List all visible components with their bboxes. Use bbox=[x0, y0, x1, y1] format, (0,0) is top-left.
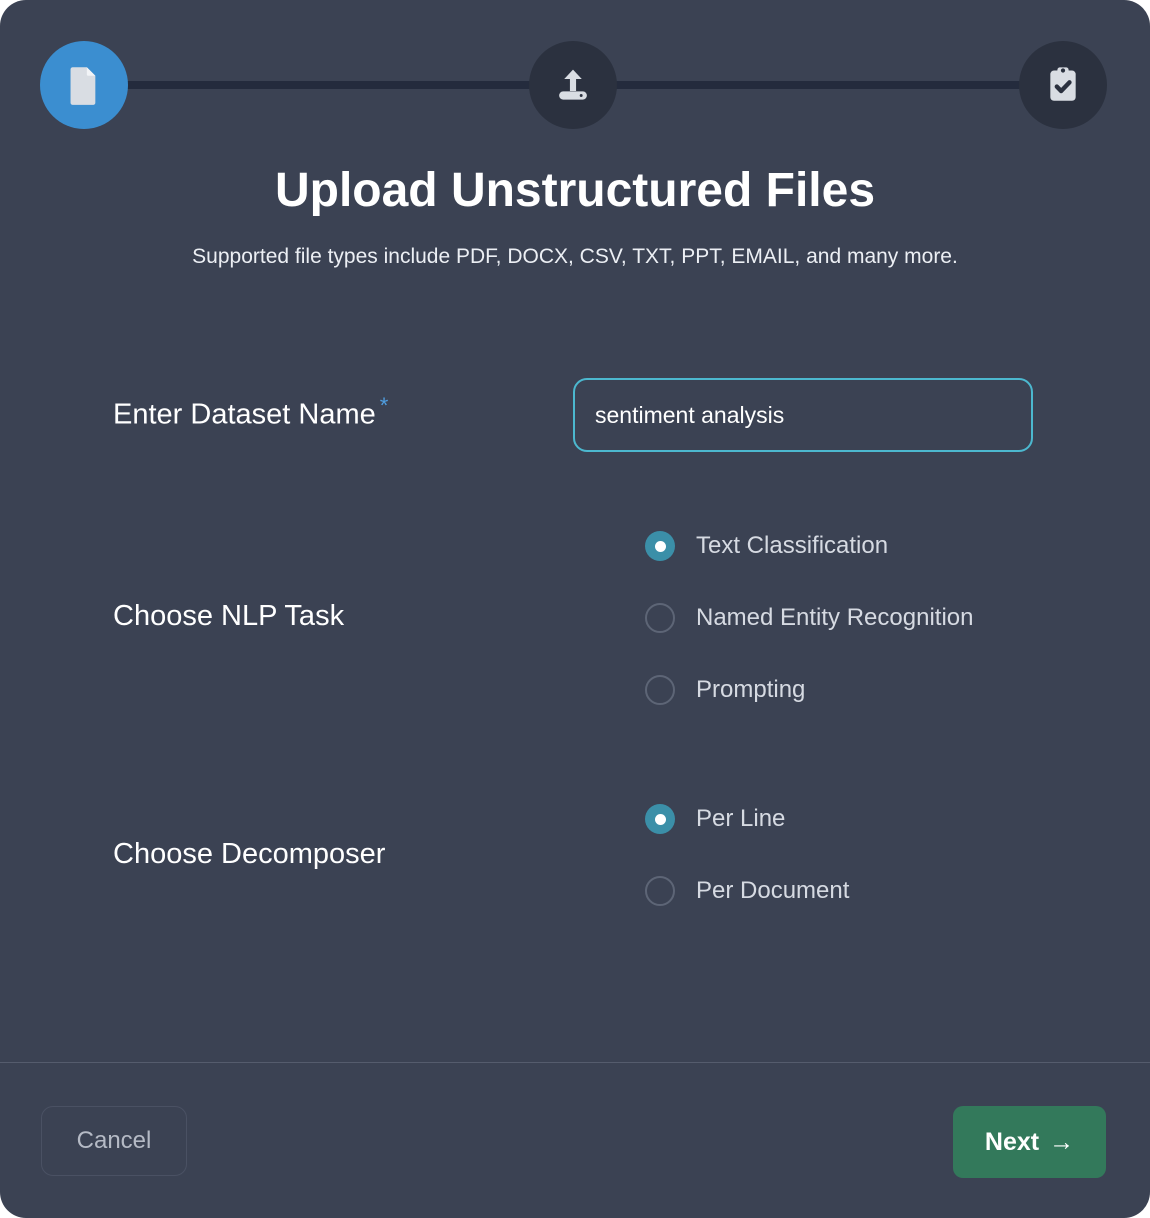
footer-divider bbox=[0, 1062, 1150, 1063]
radio-icon-unselected[interactable] bbox=[645, 675, 675, 705]
wizard-stepper bbox=[0, 0, 1150, 170]
radio-icon-unselected[interactable] bbox=[645, 876, 675, 906]
decomposer-radio-group: Per Line Per Document bbox=[645, 801, 849, 945]
dataset-name-label-text: Enter Dataset Name bbox=[113, 398, 376, 431]
page-title: Upload Unstructured Files bbox=[274, 164, 876, 217]
dataset-name-input[interactable] bbox=[573, 378, 1033, 452]
clipboard-check-icon bbox=[1046, 66, 1080, 104]
radio-icon-selected[interactable] bbox=[645, 531, 675, 561]
stepper-step-upload[interactable] bbox=[529, 41, 617, 129]
radio-icon-selected[interactable] bbox=[645, 804, 675, 834]
nlp-task-label: Choose NLP Task bbox=[113, 600, 345, 632]
radio-option-per-line[interactable]: Per Line bbox=[645, 801, 849, 837]
radio-icon-unselected[interactable] bbox=[645, 603, 675, 633]
radio-label: Prompting bbox=[696, 676, 806, 703]
radio-label: Per Line bbox=[696, 805, 786, 832]
radio-label: Text Classification bbox=[696, 532, 889, 559]
stepper-connector-1 bbox=[126, 81, 538, 89]
cancel-button[interactable]: Cancel bbox=[41, 1106, 187, 1176]
decomposer-label: Choose Decomposer bbox=[113, 838, 386, 870]
radio-option-prompting[interactable]: Prompting bbox=[645, 672, 973, 708]
radio-label: Named Entity Recognition bbox=[696, 604, 974, 631]
stepper-step-review[interactable] bbox=[1019, 41, 1107, 129]
next-button[interactable]: Next → bbox=[953, 1106, 1106, 1178]
radio-label: Per Document bbox=[696, 877, 850, 904]
next-button-label: Next bbox=[984, 1127, 1040, 1156]
radio-option-per-document[interactable]: Per Document bbox=[645, 873, 849, 909]
required-asterisk-icon: * bbox=[379, 393, 389, 418]
arrow-right-icon: → bbox=[1049, 1127, 1075, 1156]
upload-icon bbox=[554, 66, 592, 104]
upload-dataset-dialog: Upload Unstructured Files Supported file… bbox=[0, 0, 1150, 1218]
document-icon bbox=[67, 65, 101, 105]
page-subtitle: Supported file types include PDF, DOCX, … bbox=[192, 245, 958, 268]
radio-option-text-classification[interactable]: Text Classification bbox=[645, 528, 973, 564]
dataset-name-label: Enter Dataset Name * bbox=[113, 393, 388, 432]
nlp-task-radio-group: Text Classification Named Entity Recogni… bbox=[645, 528, 973, 744]
stepper-step-select-files[interactable] bbox=[40, 41, 128, 129]
radio-option-named-entity-recognition[interactable]: Named Entity Recognition bbox=[645, 600, 973, 636]
stepper-connector-2 bbox=[615, 81, 1028, 89]
